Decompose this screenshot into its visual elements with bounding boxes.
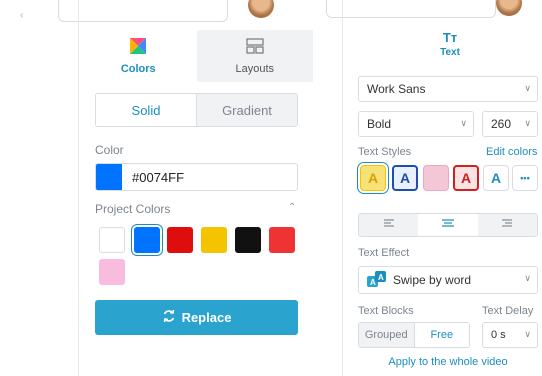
edit-colors-link[interactable]: Edit colors <box>486 146 537 158</box>
project-color-swatch[interactable] <box>99 259 125 285</box>
project-color-swatch[interactable] <box>269 227 295 253</box>
panel-tabs: Colors Layouts <box>80 30 313 82</box>
fill-mode-toggle: Solid Gradient <box>95 93 298 127</box>
project-color-swatch[interactable] <box>235 227 261 253</box>
top-search-input-right[interactable] <box>326 0 496 18</box>
color-label: Color <box>95 143 124 157</box>
font-family-select[interactable]: Work Sans ∨ <box>358 76 538 102</box>
project-color-swatch[interactable] <box>167 227 193 253</box>
text-style-blue[interactable]: A <box>392 165 418 191</box>
chevron-down-icon: ∨ <box>460 118 467 128</box>
tab-layouts[interactable]: Layouts <box>196 30 313 82</box>
text-style-plain[interactable]: A <box>483 165 509 191</box>
color-swatch[interactable] <box>96 164 122 190</box>
divider <box>78 0 79 376</box>
color-hex-input[interactable]: #0074FF <box>95 163 298 191</box>
align-left-button[interactable] <box>359 214 419 236</box>
svg-text:A: A <box>370 278 376 287</box>
align-right-button[interactable] <box>477 214 537 236</box>
refresh-icon <box>162 309 176 326</box>
tab-colors[interactable]: Colors <box>80 30 197 82</box>
layouts-icon <box>246 37 264 57</box>
apply-whole-video-link[interactable]: Apply to the whole video <box>358 356 538 368</box>
text-effect-label: Text Effect <box>358 247 410 259</box>
color-hex-value: #0074FF <box>132 169 185 185</box>
divider <box>342 0 343 376</box>
text-align-toggle <box>358 213 538 237</box>
more-styles-button[interactable]: ••• <box>512 165 538 191</box>
font-size-select[interactable]: 260 ∨ <box>482 111 538 137</box>
tab-layouts-label: Layouts <box>235 62 275 75</box>
font-family-value: Work Sans <box>367 82 426 96</box>
text-blocks-toggle: Grouped Free <box>358 322 470 348</box>
project-colors-label: Project Colors <box>95 202 171 216</box>
replace-button[interactable]: Replace <box>95 300 298 335</box>
avatar[interactable] <box>248 0 274 18</box>
align-center-button[interactable] <box>418 214 478 236</box>
text-styles-label: Text Styles <box>358 146 412 158</box>
avatar[interactable] <box>496 0 522 16</box>
gradient-option[interactable]: Gradient <box>196 94 297 126</box>
tab-text[interactable]: Tт Text <box>430 30 470 58</box>
grouped-option[interactable]: Grouped <box>359 323 414 347</box>
font-weight-select[interactable]: Bold ∨ <box>358 111 474 137</box>
text-delay-value: 0 s <box>491 329 506 341</box>
tab-text-label: Text <box>440 47 460 58</box>
font-weight-value: Bold <box>367 117 392 131</box>
text-style-red[interactable]: A <box>453 165 479 191</box>
text-delay-select[interactable]: 0 s ∨ <box>482 322 538 348</box>
tab-colors-label: Colors <box>120 62 156 75</box>
chevron-down-icon: ∨ <box>524 273 531 283</box>
solid-option[interactable]: Solid <box>96 94 196 126</box>
colors-icon <box>130 37 147 57</box>
chevron-up-icon[interactable]: ⌃ <box>288 202 296 213</box>
align-center-icon <box>441 216 455 234</box>
text-effect-value: Swipe by word <box>393 273 472 287</box>
project-color-swatch[interactable] <box>201 227 227 253</box>
text-style-yellow[interactable]: A <box>360 165 386 191</box>
chevron-down-icon: ∨ <box>524 118 531 128</box>
chevron-down-icon: ∨ <box>524 329 531 339</box>
back-chevron-icon[interactable]: ‹ <box>20 10 23 21</box>
free-option[interactable]: Free <box>413 323 469 347</box>
swipe-effect-icon: A A <box>367 270 387 290</box>
chevron-down-icon: ∨ <box>524 83 531 93</box>
text-blocks-label: Text Blocks <box>358 305 414 317</box>
font-size-value: 260 <box>491 117 512 131</box>
text-icon: Tт <box>442 30 458 45</box>
project-color-swatch[interactable] <box>134 227 160 253</box>
svg-text:A: A <box>378 273 384 282</box>
project-color-swatch[interactable] <box>99 227 125 253</box>
text-delay-label: Text Delay <box>482 305 534 317</box>
text-effect-select[interactable]: A A Swipe by word ∨ <box>358 266 538 294</box>
align-left-icon <box>382 216 396 234</box>
align-right-icon <box>500 216 514 234</box>
text-style-pink[interactable]: A <box>423 165 449 191</box>
top-search-input-left[interactable] <box>58 0 228 22</box>
replace-button-label: Replace <box>181 310 232 325</box>
